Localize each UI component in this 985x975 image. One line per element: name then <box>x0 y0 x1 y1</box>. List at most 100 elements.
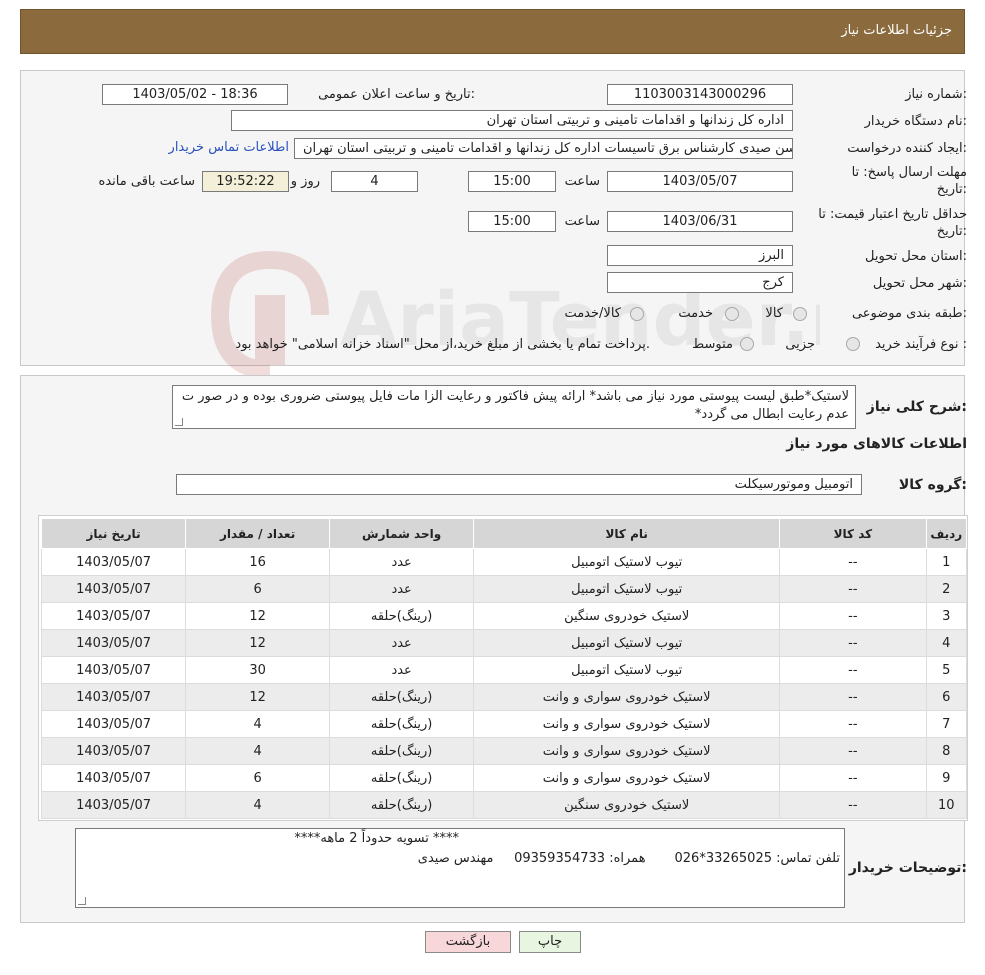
table-row[interactable]: 6 -- لاستیک خودروی سواری و وانت (رینگ)حلقه 1… <box>40 683 967 711</box>
category-radio-service[interactable] <box>725 307 739 321</box>
cell-unit: (رینگ)حلقه <box>329 737 475 765</box>
table-row[interactable]: 10 -- لاستیک خودروی سنگین (رینگ)حلقه 4 1403/0… <box>40 791 967 819</box>
buyer-org-label: نام دستگاه خریدار: <box>864 114 967 129</box>
buyer-notes-textarea[interactable]: **** تسویه حدوداً 2 ماهه**** تلفن تماس: … <box>75 828 845 908</box>
cell-code: -- <box>779 683 927 711</box>
category-radio-goods[interactable] <box>793 307 807 321</box>
cell-row-number: 2 <box>925 575 967 603</box>
category-label: طبقه بندی موضوعی: <box>851 306 967 321</box>
cell-quantity: 6 <box>185 575 331 603</box>
table-row[interactable]: 3 -- لاستیک خودروی سنگین (رینگ)حلقه 12 1403/0… <box>40 602 967 630</box>
back-button[interactable]: بازگشت <box>425 931 511 953</box>
cell-need-date: 1403/05/07 <box>40 629 187 657</box>
category-option-service: خدمت <box>678 306 713 321</box>
cell-name: لاستیک خودروی سواری و وانت <box>473 710 781 738</box>
print-button[interactable]: چاپ <box>519 931 581 953</box>
table-row[interactable]: 1 -- تیوب لاستیک اتومبیل عدد 16 1403/05/07 <box>40 548 967 576</box>
cell-code: -- <box>779 764 927 792</box>
days-field[interactable]: 4 <box>331 171 418 192</box>
table-row[interactable]: 4 -- تیوب لاستیک اتومبیل عدد 12 1403/05/07 <box>40 629 967 657</box>
description-textarea[interactable]: لاستیک*طبق لیست پیوستی مورد نیاز می باشد… <box>172 385 856 429</box>
cell-unit: (رینگ)حلقه <box>329 602 475 630</box>
cell-code: -- <box>779 656 927 684</box>
buyer-notes-line-1: **** تسویه حدوداً 2 ماهه**** <box>294 831 459 846</box>
cell-unit: (رینگ)حلقه <box>329 683 475 711</box>
resize-handle[interactable] <box>78 897 86 905</box>
cell-name: لاستیک خودروی سواری و وانت <box>473 683 781 711</box>
cell-need-date: 1403/05/07 <box>40 683 187 711</box>
cell-need-date: 1403/05/07 <box>40 602 187 630</box>
province-field[interactable]: البرز <box>607 245 793 266</box>
cell-code: -- <box>779 710 927 738</box>
description-label: شرح کلی نیاز: <box>866 399 967 415</box>
cell-name: لاستیک خودروی سواری و وانت <box>473 737 781 765</box>
buyer-notes-line-2: تلفن تماس: 33265025*026 همراه: 093593547… <box>417 851 840 866</box>
city-field[interactable]: کرج <box>607 272 793 293</box>
requester-label: ایجاد کننده درخواست: <box>847 141 967 156</box>
cell-unit: (رینگ)حلقه <box>329 791 475 819</box>
province-label: استان محل تحویل: <box>865 249 967 264</box>
cell-code: -- <box>779 629 927 657</box>
cell-quantity: 12 <box>185 629 331 657</box>
cell-quantity: 30 <box>185 656 331 684</box>
deadline-label-1: مهلت ارسال پاسخ: تا <box>851 165 967 180</box>
page-header: جزئیات اطلاعات نیاز <box>20 9 965 54</box>
cell-quantity: 6 <box>185 764 331 792</box>
process-radio-minor[interactable] <box>846 337 860 351</box>
goods-table-wrapper: ردیف کد کالا نام کالا واحد شمارش تعداد /… <box>38 515 968 821</box>
table-row[interactable]: 7 -- لاستیک خودروی سواری و وانت (رینگ)حلقه 4… <box>40 710 967 738</box>
cell-code: -- <box>779 737 927 765</box>
validity-time-label: ساعت <box>564 214 600 229</box>
goods-table-body: 1 -- تیوب لاستیک اتومبیل عدد 16 1403/05/07 2 --… <box>40 548 967 819</box>
validity-time-field[interactable]: 15:00 <box>468 211 556 232</box>
category-option-goods-service: کالا/خدمت <box>564 306 621 321</box>
cell-quantity: 4 <box>185 737 331 765</box>
col-name: نام کالا <box>473 518 781 549</box>
deadline-time-field[interactable]: 15:00 <box>468 171 556 192</box>
buyer-org-field[interactable]: اداره کل زندانها و اقدامات تامینی و تربی… <box>231 110 793 131</box>
requester-field[interactable]: محسن صیدی کارشناس برق تاسیسات اداره کل ز… <box>294 138 793 159</box>
cell-quantity: 4 <box>185 791 331 819</box>
category-radio-goods-service[interactable] <box>630 307 644 321</box>
col-unit: واحد شمارش <box>329 518 475 549</box>
cell-name: تیوب لاستیک اتومبیل <box>473 629 781 657</box>
cell-need-date: 1403/05/07 <box>40 575 187 603</box>
validity-label-1: حداقل تاریخ اعتبار قیمت: تا <box>818 207 967 222</box>
validity-date-field[interactable]: 1403/06/31 <box>607 211 793 232</box>
cell-code: -- <box>779 602 927 630</box>
category-option-goods: کالا <box>765 306 783 321</box>
cell-unit: (رینگ)حلقه <box>329 764 475 792</box>
resize-handle[interactable] <box>175 418 183 426</box>
table-row[interactable]: 2 -- تیوب لاستیک اتومبیل عدد 6 1403/05/07 <box>40 575 967 603</box>
cell-code: -- <box>779 575 927 603</box>
cell-name: تیوب لاستیک اتومبیل <box>473 548 781 576</box>
table-row[interactable]: 5 -- تیوب لاستیک اتومبیل عدد 30 1403/05/07 <box>40 656 967 684</box>
announce-field[interactable]: 1403/05/02 - 18:36 <box>102 84 288 105</box>
cell-code: -- <box>779 791 927 819</box>
process-note: پرداخت تمام یا بخشی از مبلغ خرید،از محل … <box>235 337 650 352</box>
process-option-minor: جزیی <box>785 337 815 352</box>
cell-row-number: 6 <box>925 683 967 711</box>
cell-need-date: 1403/05/07 <box>40 791 187 819</box>
cell-unit: (رینگ)حلقه <box>329 710 475 738</box>
goods-group-label: گروه کالا: <box>898 477 967 493</box>
goods-group-field[interactable]: اتومبیل وموتورسیکلت <box>176 474 862 495</box>
cell-quantity: 4 <box>185 710 331 738</box>
cell-need-date: 1403/05/07 <box>40 764 187 792</box>
table-row[interactable]: 8 -- لاستیک خودروی سواری و وانت (رینگ)حلقه 4… <box>40 737 967 765</box>
table-row[interactable]: 9 -- لاستیک خودروی سواری و وانت (رینگ)حلقه 6… <box>40 764 967 792</box>
cell-name: لاستیک خودروی سواری و وانت <box>473 764 781 792</box>
cell-need-date: 1403/05/07 <box>40 656 187 684</box>
deadline-date-field[interactable]: 1403/05/07 <box>607 171 793 192</box>
col-row-number: ردیف <box>925 518 967 549</box>
buyer-contact-link[interactable]: اطلاعات تماس خریدار <box>169 140 289 155</box>
need-number-field[interactable]: 1103003143000296 <box>607 84 793 105</box>
page-title: جزئیات اطلاعات نیاز <box>841 23 952 38</box>
process-radio-medium[interactable] <box>740 337 754 351</box>
city-label: شهر محل تحویل: <box>872 276 967 291</box>
cell-name: لاستیک خودروی سنگین <box>473 602 781 630</box>
col-need-date: تاریخ نیاز <box>40 518 187 549</box>
cell-code: -- <box>779 548 927 576</box>
cell-row-number: 5 <box>925 656 967 684</box>
cell-row-number: 8 <box>925 737 967 765</box>
